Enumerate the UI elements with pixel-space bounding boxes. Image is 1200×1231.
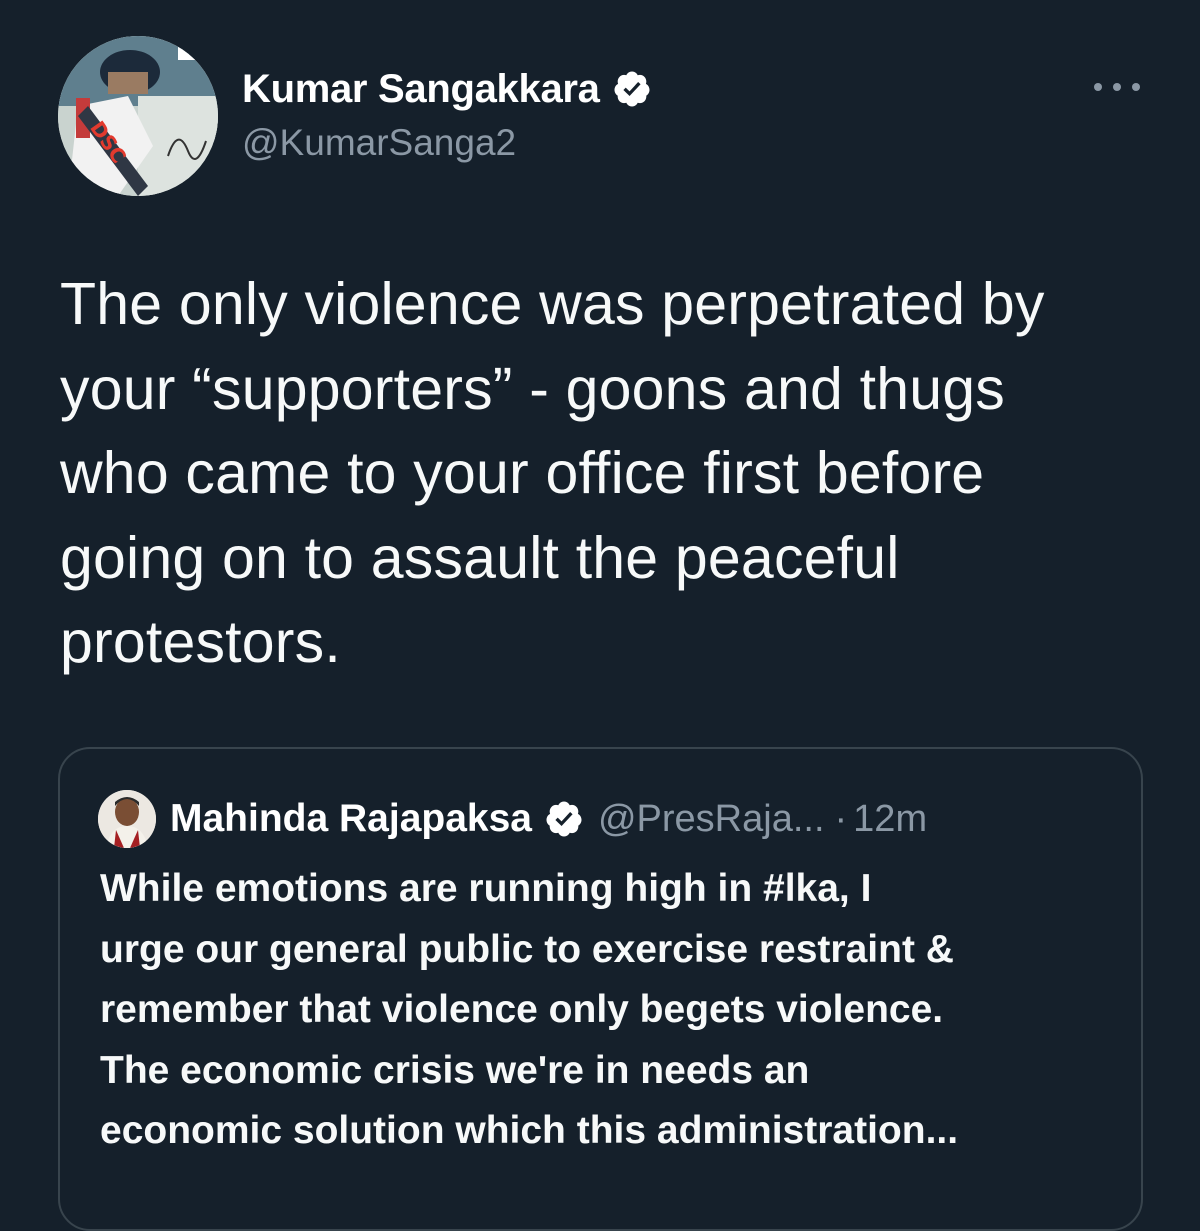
quoted-avatar-photo <box>98 790 156 848</box>
tweet-card: DSC Kumar Sangakkara @KumarSanga2 The on… <box>0 0 1200 1231</box>
verified-badge-icon <box>614 71 650 107</box>
more-horizontal-icon[interactable] <box>1094 72 1140 102</box>
author-handle[interactable]: @KumarSanga2 <box>242 122 652 164</box>
quoted-author-handle: @PresRaja... <box>597 797 825 840</box>
more-dot <box>1113 83 1121 91</box>
more-dot <box>1132 83 1140 91</box>
tweet-text: The only violence was perpetrated by you… <box>60 271 1045 675</box>
quoted-tweet-header: Mahinda Rajapaksa @PresRaja... · 12m <box>98 787 927 851</box>
more-dot <box>1094 83 1102 91</box>
author-info: Kumar Sangakkara @KumarSanga2 <box>242 64 652 164</box>
author-name-row: Kumar Sangakkara <box>242 64 652 114</box>
author-display-name[interactable]: Kumar Sangakkara <box>242 67 600 112</box>
verified-badge-icon <box>546 801 582 837</box>
quoted-timestamp: 12m <box>853 797 928 840</box>
avatar-photo: DSC <box>58 36 218 196</box>
quoted-author-display-name: Mahinda Rajapaksa <box>170 797 532 840</box>
quoted-tweet-text: While emotions are running high in #lka,… <box>100 867 959 1152</box>
separator-dot: · <box>834 797 848 840</box>
quoted-author-avatar <box>98 790 156 848</box>
quoted-tweet[interactable]: Mahinda Rajapaksa @PresRaja... · 12m Whi… <box>58 747 1143 1231</box>
author-avatar[interactable]: DSC <box>58 36 218 196</box>
